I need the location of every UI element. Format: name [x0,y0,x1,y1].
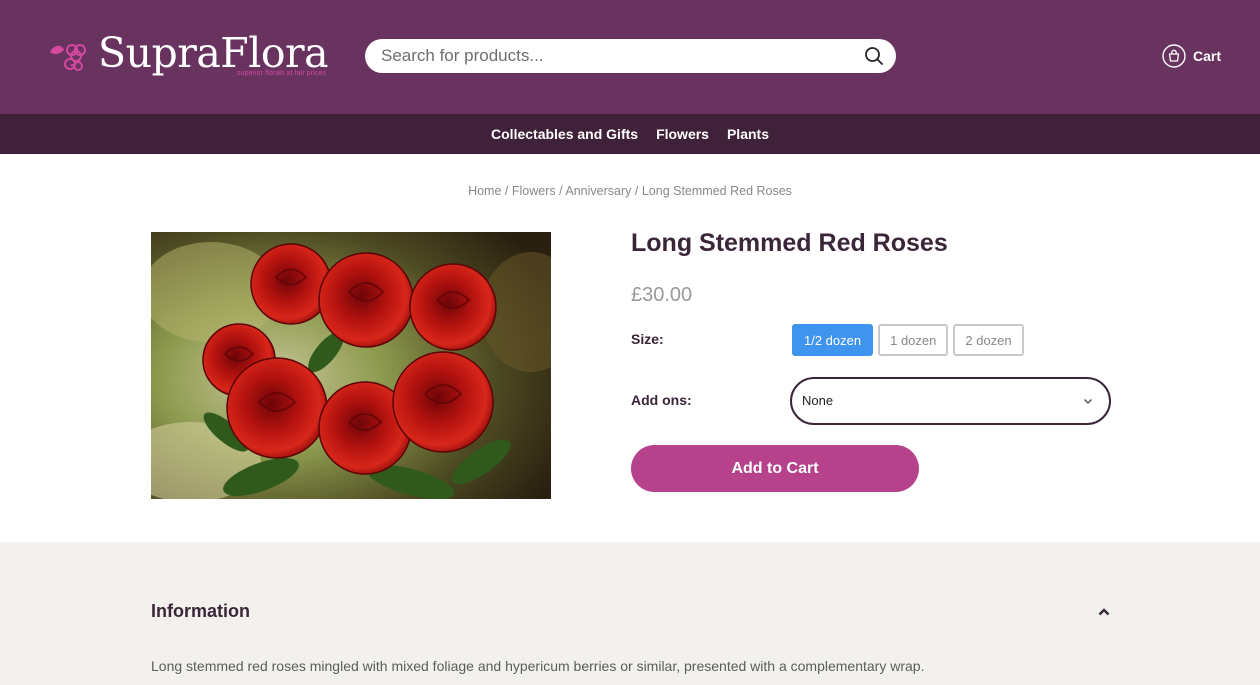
search-input[interactable] [381,39,851,73]
logo-tagline: superior florals at fair prices [237,70,327,77]
breadcrumb: Home / Flowers / Anniversary / Long Stem… [0,184,1260,198]
breadcrumb-flowers[interactable]: Flowers [512,184,556,198]
search-bar [365,39,896,73]
product-price: £30.00 [631,284,693,306]
chevron-up-icon[interactable] [1098,607,1110,617]
nav-item-plants[interactable]: Plants [727,126,769,142]
nav-item-flowers[interactable]: Flowers [656,126,709,142]
breadcrumb-home[interactable]: Home [468,184,501,198]
addons-label: Add ons: [631,392,692,408]
cart-button[interactable]: Cart [1162,44,1221,68]
nav-item-collectables-and-gifts[interactable]: Collectables and Gifts [491,126,638,142]
breadcrumb-separator: / [559,184,563,198]
size-label: Size: [631,331,664,347]
addons-selected-value: None [802,393,834,408]
supraflora-logo[interactable]: SupraFlora superior florals at fair pric… [48,29,333,80]
breadcrumb-anniversary[interactable]: Anniversary [565,184,631,198]
cart-label: Cart [1193,48,1222,64]
product-image [151,232,551,499]
site-header: SupraFlora superior florals at fair pric… [0,0,1260,114]
information-section: Information Long stemmed red roses mingl… [0,542,1260,685]
product-title: Long Stemmed Red Roses [631,229,948,257]
search-icon[interactable] [864,46,884,66]
chevron-down-icon [1084,399,1092,404]
main-nav: Collectables and Gifts Flowers Plants [0,114,1260,154]
information-text: Long stemmed red roses mingled with mixe… [151,658,925,674]
breadcrumb-current: Long Stemmed Red Roses [641,184,792,198]
breadcrumb-separator: / [504,184,509,198]
size-option-two-dozen[interactable]: 2 dozen [953,324,1024,356]
addons-select[interactable]: None [790,377,1111,425]
size-option-one-dozen[interactable]: 1 dozen [878,324,949,356]
size-options: 1/2 dozen 1 dozen 2 dozen [792,324,1024,356]
add-to-cart-button[interactable]: Add to Cart [631,445,919,492]
flower-logo-icon [50,44,86,71]
information-heading: Information [151,601,250,621]
red-roses-photo [151,232,551,499]
breadcrumb-separator: / [634,184,639,198]
shopping-bag-icon [1162,44,1186,68]
size-option-half-dozen[interactable]: 1/2 dozen [792,324,874,356]
